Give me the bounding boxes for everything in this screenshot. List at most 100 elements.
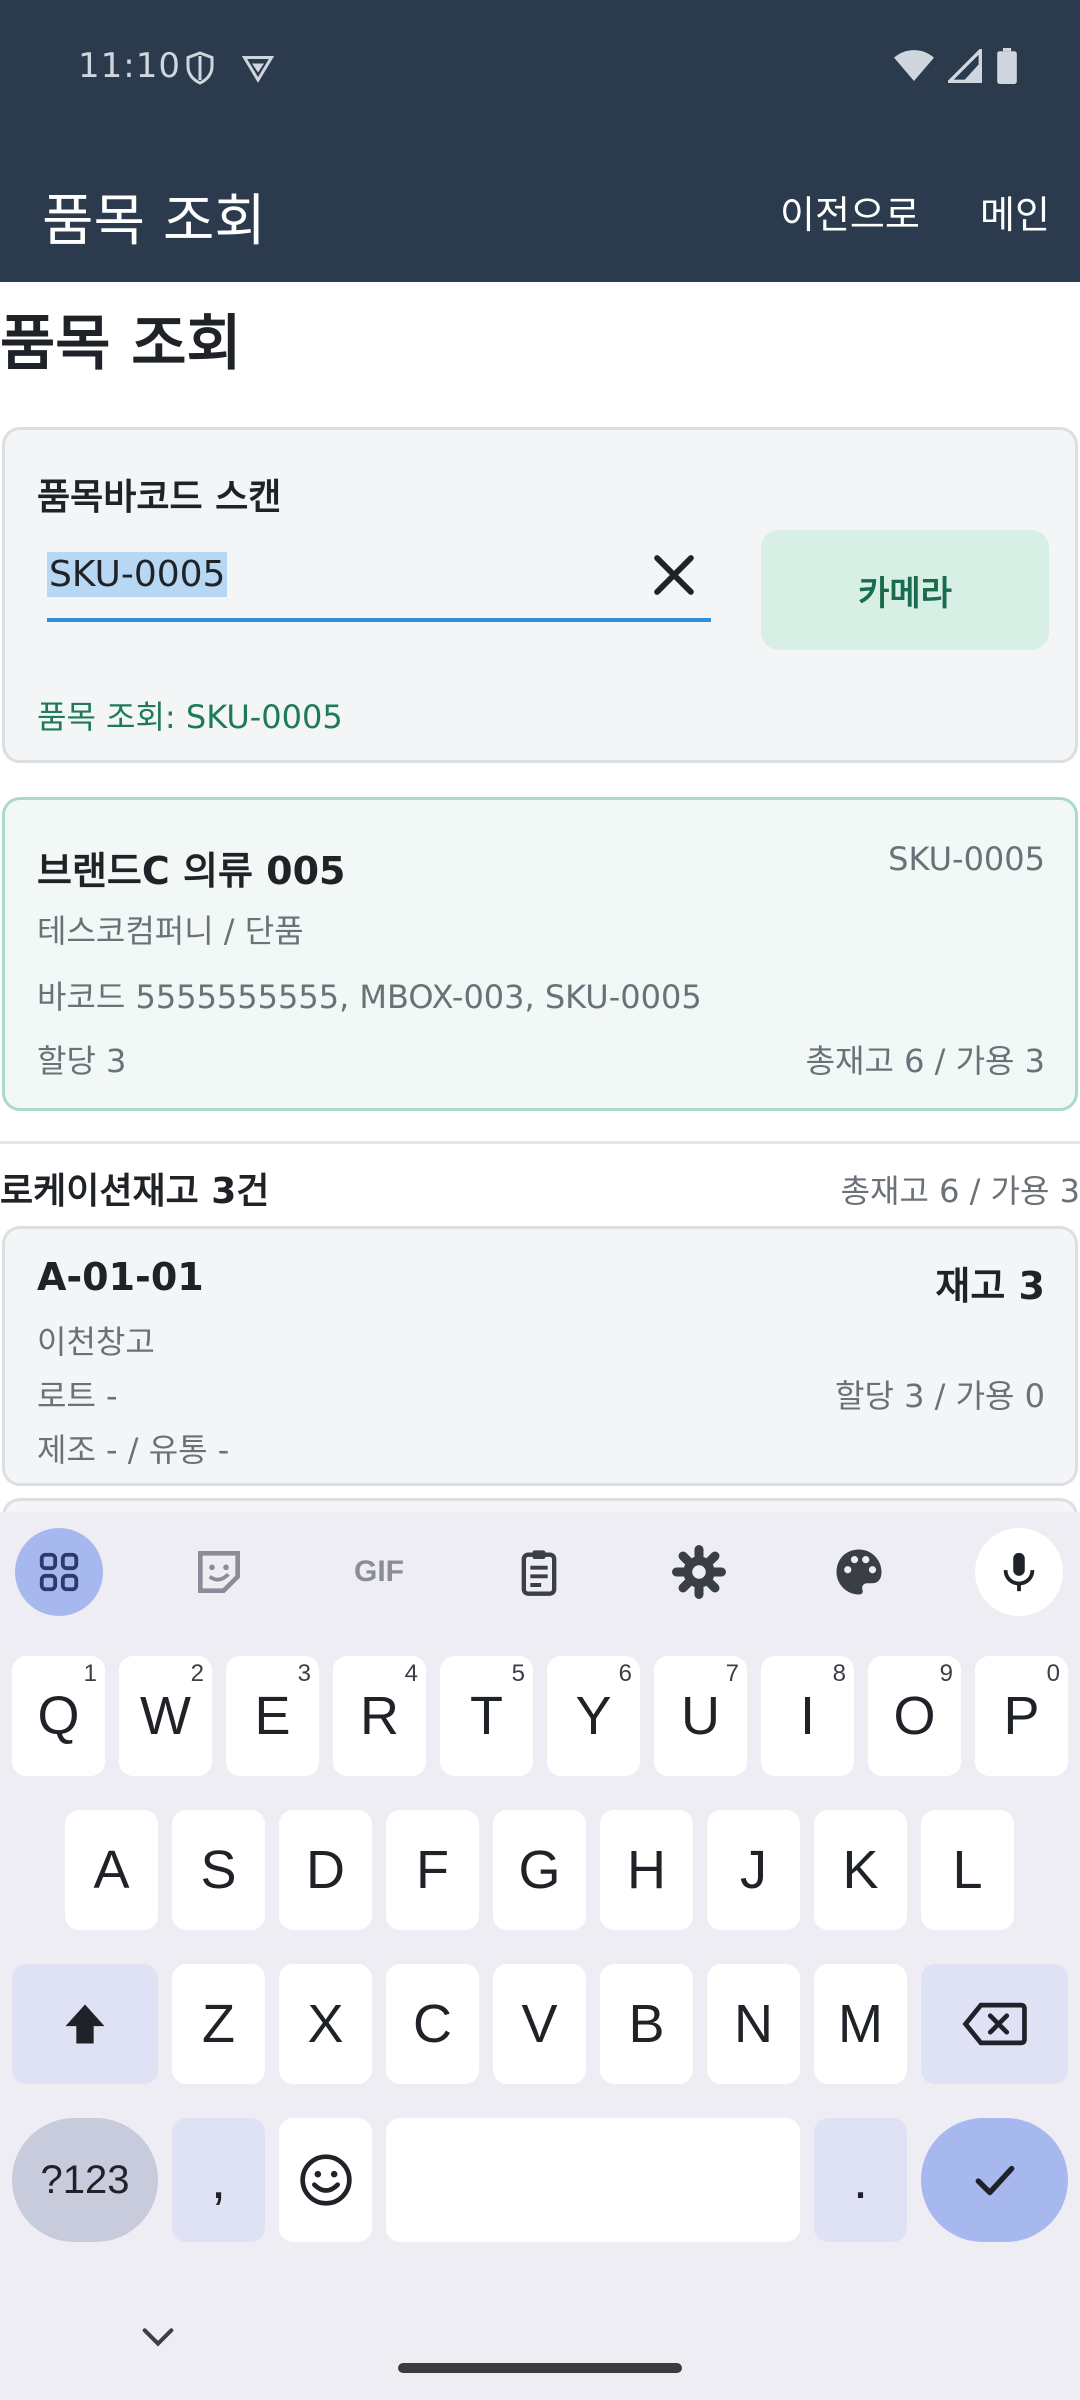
gif-icon[interactable]: GIF (335, 1528, 423, 1616)
status-bar: 11:10 (0, 0, 1080, 140)
key-hint: 9 (939, 1660, 953, 1687)
status-icons (894, 48, 1018, 84)
scan-label: 품목바코드 스캔 (37, 477, 282, 518)
signal-icon (948, 49, 982, 83)
location-stock: 재고 3 (935, 1264, 1045, 1308)
shift-key[interactable] (12, 1964, 158, 2084)
key-y[interactable]: Y6 (547, 1656, 640, 1776)
apps-icon[interactable] (15, 1528, 103, 1616)
key-k[interactable]: K (814, 1810, 907, 1930)
key-label: Q (37, 1686, 80, 1746)
symbols-key[interactable]: ?123 (12, 2118, 158, 2242)
key-g[interactable]: G (493, 1810, 586, 1930)
key-l[interactable]: L (921, 1810, 1014, 1930)
app-bar-title: 품목 조회 (42, 189, 266, 254)
key-label: W (140, 1686, 191, 1746)
sticker-icon[interactable] (175, 1528, 263, 1616)
key-c[interactable]: C (386, 1964, 479, 2084)
main-button[interactable]: 메인 (980, 184, 1050, 239)
scan-status-text: 품목 조회: SKU-0005 (37, 698, 343, 736)
location-alloc-avail: 할당 3 / 가용 0 (835, 1377, 1045, 1415)
camera-button[interactable]: 카메라 (761, 530, 1049, 650)
key-label: R (360, 1686, 399, 1746)
key-s[interactable]: S (172, 1810, 265, 1930)
battery-icon (997, 48, 1017, 84)
item-sku: SKU-0005 (888, 840, 1045, 878)
key-label: Y (575, 1686, 612, 1746)
key-d[interactable]: D (279, 1810, 372, 1930)
barcode-input[interactable]: SKU-0005 (47, 540, 711, 622)
location-lot: 로트 - (37, 1377, 118, 1415)
wifi-icon (894, 50, 934, 81)
key-label: T (470, 1686, 503, 1746)
key-v[interactable]: V (493, 1964, 586, 2084)
key-f[interactable]: F (386, 1810, 479, 1930)
home-indicator[interactable] (398, 2363, 682, 2373)
emoji-icon (299, 2154, 352, 2206)
key-n[interactable]: N (707, 1964, 800, 2084)
gif-label: GIF (354, 1555, 404, 1588)
clipboard-icon[interactable] (495, 1528, 583, 1616)
palette-icon[interactable] (815, 1528, 903, 1616)
location-dates: 제조 - / 유통 - (37, 1431, 230, 1469)
backspace-icon (961, 2002, 1027, 2046)
key-label: E (254, 1686, 291, 1746)
key-x[interactable]: X (279, 1964, 372, 2084)
clear-icon[interactable] (645, 546, 703, 604)
key-j[interactable]: J (707, 1810, 800, 1930)
key-a[interactable]: A (65, 1810, 158, 1930)
key-t[interactable]: T5 (440, 1656, 533, 1776)
item-name: 브랜드C 의류 005 (37, 849, 346, 893)
key-p[interactable]: P0 (975, 1656, 1068, 1776)
location-card[interactable]: A-01-01 재고 3 이천창고 로트 - 할당 3 / 가용 0 제조 - … (2, 1226, 1078, 1486)
key-label: I (799, 1686, 815, 1746)
key-hint: 0 (1046, 1660, 1060, 1687)
key-h[interactable]: H (600, 1810, 693, 1930)
key-hint: 6 (618, 1660, 632, 1687)
chevron-down-icon[interactable] (138, 2322, 178, 2352)
check-icon (975, 2165, 1014, 2196)
mic-icon[interactable] (975, 1528, 1063, 1616)
item-company-type: 테스코컴퍼니 / 단품 (37, 912, 304, 950)
period-key[interactable]: . (814, 2118, 907, 2242)
location-warehouse: 이천창고 (37, 1323, 155, 1361)
item-stock-summary: 총재고 6 / 가용 3 (805, 1042, 1045, 1080)
scan-card: 품목바코드 스캔 SKU-0005 카메라 품목 조회: SKU-0005 (2, 427, 1078, 763)
vpn-icon (241, 56, 275, 83)
settings-icon[interactable] (655, 1528, 743, 1616)
key-w[interactable]: W2 (119, 1656, 212, 1776)
key-m[interactable]: M (814, 1964, 907, 2084)
space-key[interactable] (386, 2118, 800, 2242)
key-hint: 2 (190, 1660, 204, 1687)
barcode-input-value[interactable]: SKU-0005 (47, 552, 228, 597)
key-hint: 8 (832, 1660, 846, 1687)
key-u[interactable]: U7 (654, 1656, 747, 1776)
section-divider (0, 1141, 1080, 1144)
item-card[interactable]: 브랜드C 의류 005 SKU-0005 테스코컴퍼니 / 단품 바코드 555… (2, 797, 1078, 1111)
key-hint: 1 (83, 1660, 97, 1687)
location-section-header: 로케이션재고 3건 (0, 1171, 270, 1212)
key-r[interactable]: R4 (333, 1656, 426, 1776)
key-o[interactable]: O9 (868, 1656, 961, 1776)
shield-icon (186, 51, 214, 85)
item-barcodes: 바코드 5555555555, MBOX-003, SKU-0005 (37, 978, 702, 1016)
key-z[interactable]: Z (172, 1964, 265, 2084)
key-b[interactable]: B (600, 1964, 693, 2084)
back-button[interactable]: 이전으로 (780, 184, 920, 239)
soft-keyboard (0, 1512, 1080, 2400)
location-code: A-01-01 (37, 1255, 204, 1299)
key-i[interactable]: I8 (761, 1656, 854, 1776)
location-section-summary: 총재고 6 / 가용 3 (840, 1172, 1080, 1210)
comma-key[interactable]: , (172, 2118, 265, 2242)
key-q[interactable]: Q1 (12, 1656, 105, 1776)
item-allocated: 할당 3 (37, 1042, 127, 1080)
shift-icon (65, 2004, 105, 2044)
key-e[interactable]: E3 (226, 1656, 319, 1776)
key-label: U (681, 1686, 720, 1746)
enter-key[interactable] (921, 2118, 1068, 2242)
key-hint: 7 (725, 1660, 739, 1687)
key-label: O (893, 1686, 936, 1746)
emoji-key[interactable] (279, 2118, 372, 2242)
backspace-key[interactable] (921, 1964, 1068, 2084)
status-time: 11:10 (78, 46, 181, 86)
